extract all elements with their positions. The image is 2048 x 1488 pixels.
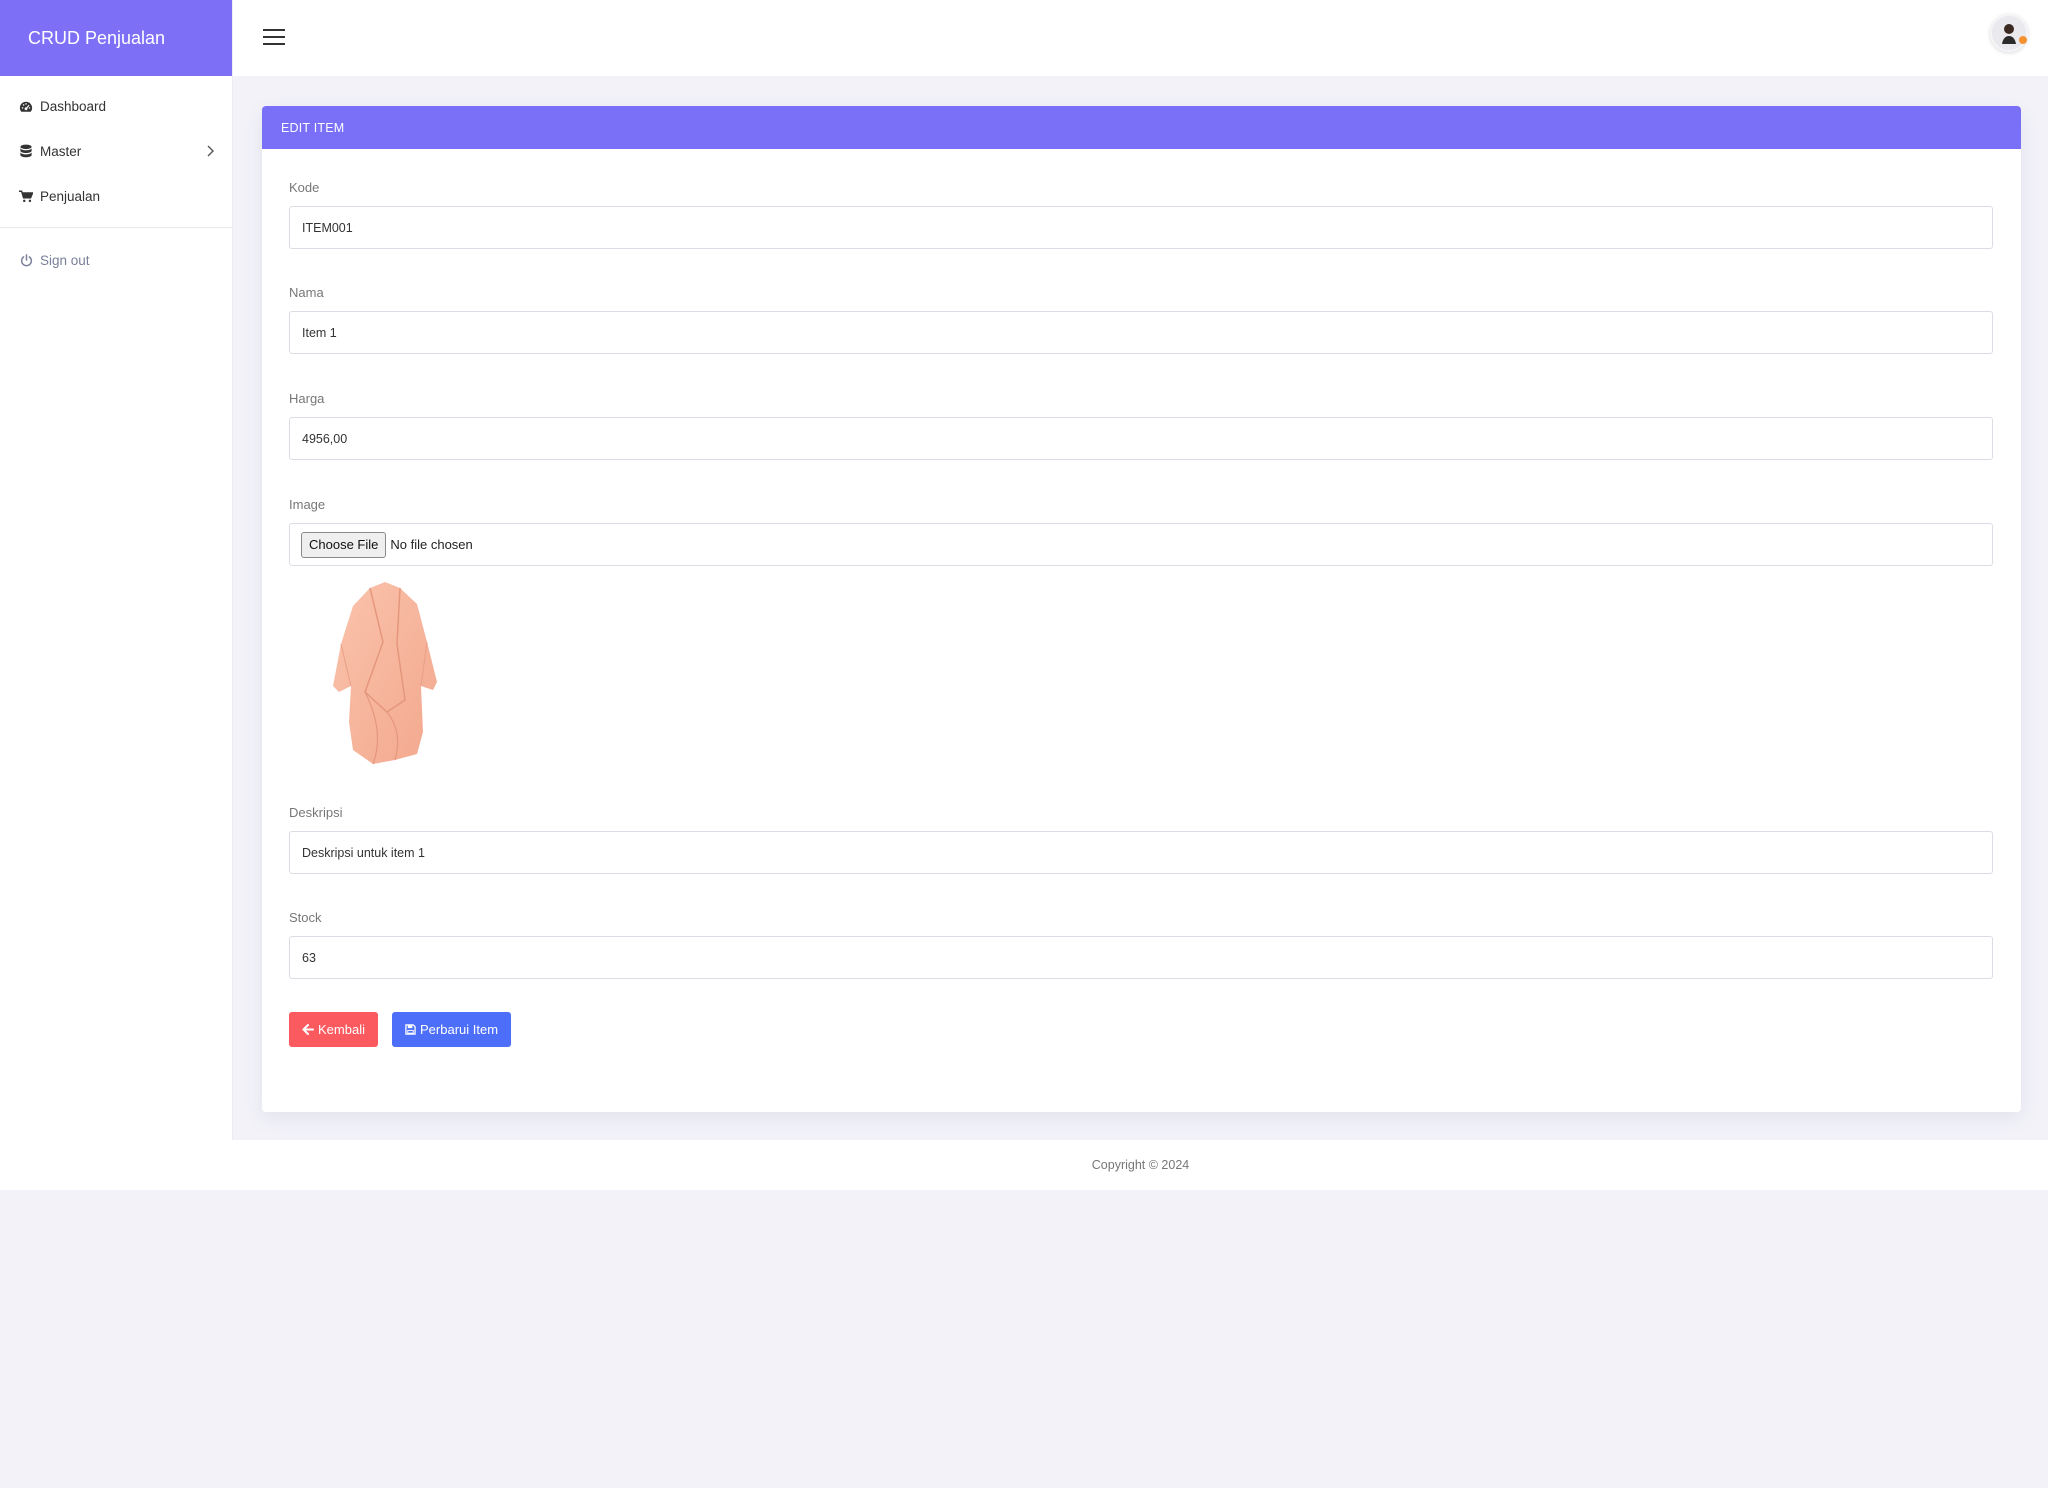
menu-toggle-icon[interactable]: [263, 29, 285, 47]
save-icon: [405, 1024, 416, 1035]
sidebar-item-signout[interactable]: Sign out: [0, 238, 232, 283]
image-label: Image: [289, 497, 326, 512]
chevron-right-icon: [206, 144, 214, 160]
stock-input[interactable]: [289, 936, 1993, 979]
footer: Copyright © 2024: [0, 1140, 2048, 1190]
deskripsi-label: Deskripsi: [289, 805, 343, 820]
back-button[interactable]: Kembali: [289, 1012, 378, 1047]
nama-label: Nama: [289, 285, 324, 300]
copyright-text: Copyright © 2024: [1091, 1158, 1190, 1172]
stock-label: Stock: [289, 910, 322, 925]
signout-label: Sign out: [40, 253, 90, 268]
file-status: No file chosen: [390, 537, 473, 552]
choose-file-button[interactable]: Choose File: [301, 531, 387, 558]
divider: [0, 227, 232, 228]
sidebar-item-dashboard[interactable]: Dashboard: [0, 84, 232, 129]
avatar[interactable]: [1990, 14, 2028, 52]
arrow-left-icon: [302, 1024, 314, 1035]
deskripsi-input[interactable]: [289, 831, 1993, 874]
kode-label: Kode: [289, 180, 320, 195]
topbar: [233, 0, 2048, 76]
sidebar-item-penjualan[interactable]: Penjualan: [0, 174, 232, 219]
power-icon: [19, 254, 33, 268]
image-file-input[interactable]: Choose File No file chosen: [289, 523, 1993, 566]
dashboard-icon: [19, 100, 33, 114]
blouse-image-icon: [333, 582, 437, 765]
sidebar-item-label: Master: [40, 144, 82, 159]
harga-label: Harga: [289, 391, 325, 406]
sidebar-item-master[interactable]: Master: [0, 129, 232, 174]
kode-input[interactable]: [289, 206, 1993, 249]
user-avatar-icon: [1992, 16, 2026, 50]
brand-title[interactable]: CRUD Penjualan: [0, 0, 232, 76]
update-item-button[interactable]: Perbarui Item: [392, 1012, 512, 1047]
update-label: Perbarui Item: [420, 1022, 499, 1037]
database-icon: [19, 144, 33, 159]
item-image-preview: [325, 582, 445, 767]
harga-input[interactable]: [289, 417, 1993, 460]
sidebar-item-label: Dashboard: [40, 99, 107, 114]
sidebar-item-label: Penjualan: [40, 189, 101, 204]
status-dot: [2019, 36, 2027, 44]
sidebar: CRUD Penjualan Dashboard Master Penjuala…: [0, 0, 233, 1140]
sidebar-nav: Dashboard Master Penjualan: [0, 76, 232, 219]
nama-input[interactable]: [289, 311, 1993, 354]
cart-icon: [19, 190, 33, 204]
back-label: Kembali: [318, 1022, 365, 1037]
edit-item-card: EDIT ITEM Kode Nama Harga Image Choose F…: [262, 106, 2021, 1112]
card-title: EDIT ITEM: [262, 106, 2021, 149]
